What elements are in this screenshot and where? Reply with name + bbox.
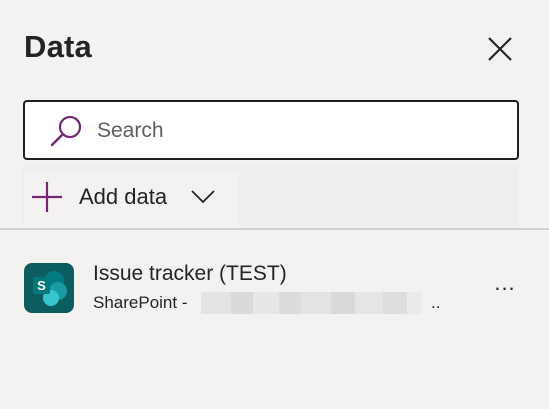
data-source-item[interactable]: S Issue tracker (TEST) SharePoint - .. .… [0, 250, 549, 324]
svg-text:S: S [37, 278, 46, 293]
plus-icon [32, 182, 62, 212]
add-data-button[interactable]: Add data [24, 170, 239, 226]
panel-title: Data [24, 29, 92, 64]
more-options-button[interactable]: ... [490, 272, 520, 296]
search-icon [50, 115, 82, 147]
data-source-name: Issue tracker (TEST) [93, 262, 287, 285]
divider [0, 228, 549, 230]
data-source-subtitle-tail: .. [431, 293, 441, 312]
close-icon [488, 37, 512, 61]
data-source-subtitle: SharePoint - [93, 293, 188, 313]
search-input[interactable] [97, 116, 497, 146]
add-data-label: Add data [79, 184, 168, 209]
data-source-type: SharePoint - [93, 293, 188, 312]
data-panel: Data Add data S [0, 0, 549, 409]
sharepoint-icon: S [24, 263, 74, 313]
search-box[interactable] [23, 100, 519, 160]
redacted-url [201, 292, 441, 314]
chevron-down-icon [191, 190, 215, 204]
close-button[interactable] [484, 33, 516, 65]
